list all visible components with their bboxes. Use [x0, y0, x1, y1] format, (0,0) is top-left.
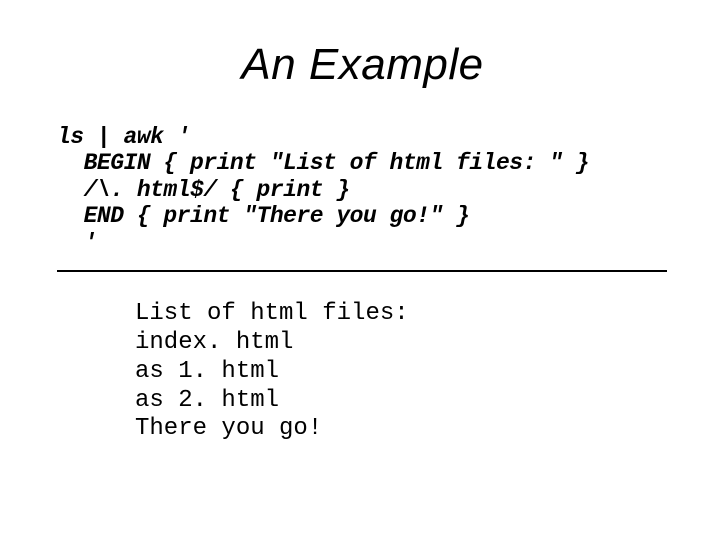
code-block: ls | awk ' BEGIN { print "List of html f… — [57, 124, 670, 256]
slide: An Example ls | awk ' BEGIN { print "Lis… — [0, 0, 720, 540]
slide-title: An Example — [55, 40, 670, 90]
output-block: List of html files: index. html as 1. ht… — [135, 300, 670, 444]
divider — [57, 270, 667, 272]
